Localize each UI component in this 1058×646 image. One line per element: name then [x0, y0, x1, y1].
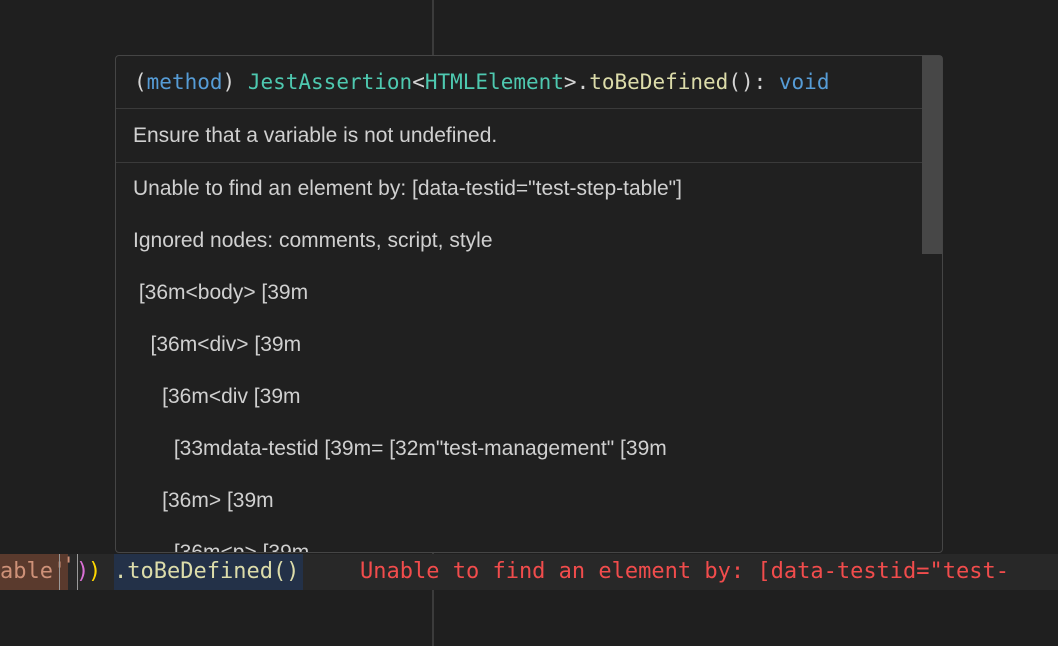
code-paren-close-outer: ): [88, 559, 102, 584]
message-line: [36m<div [39m: [133, 385, 301, 408]
hover-tooltip[interactable]: (method) JestAssertion<HTMLElement>.toBe…: [115, 55, 943, 553]
message-line: [36m> [39m: [133, 489, 274, 512]
sig-generic-type: HTMLElement: [424, 70, 564, 94]
message-line: [36m<p> [39m: [133, 541, 310, 553]
inline-error-message: Unable to find an element by: [data-test…: [360, 559, 1010, 584]
message-line: [36m<body> [39m: [133, 281, 309, 304]
sig-close-paren: ): [222, 70, 248, 94]
sig-generic-open: <: [412, 70, 425, 94]
sig-return-type: void: [778, 70, 830, 94]
sig-params: ():: [728, 70, 779, 94]
message-line: [36m<div> [39m: [133, 333, 302, 356]
sig-open-paren: (: [134, 70, 147, 94]
sig-dot: .: [576, 70, 590, 94]
hover-scrollbar-thumb[interactable]: [922, 56, 942, 254]
message-line: Ignored nodes: comments, script, style: [133, 229, 493, 252]
sig-method-name: toBeDefined: [589, 70, 729, 94]
sig-generic-close: >: [563, 70, 577, 94]
code-string-literal: able': [0, 554, 69, 590]
hover-error-message: Unable to find an element by: [data-test…: [116, 163, 942, 553]
hover-description: Ensure that a variable is not undefined.: [116, 109, 942, 163]
hover-signature: (method) JestAssertion<HTMLElement>.toBe…: [116, 56, 942, 109]
message-line: [33mdata-testid [39m= [32m"test-manageme…: [133, 437, 667, 460]
sig-type-name: JestAssertion: [247, 70, 413, 94]
sig-kind: method: [146, 70, 223, 94]
code-method-call[interactable]: .toBeDefined(): [114, 554, 304, 590]
editor-code-line[interactable]: able' ' ) ) .toBeDefined() Unable to fin…: [0, 554, 1058, 590]
message-line: Unable to find an element by: [data-test…: [133, 177, 682, 200]
code-bracket-match-highlight: ': [58, 554, 79, 590]
